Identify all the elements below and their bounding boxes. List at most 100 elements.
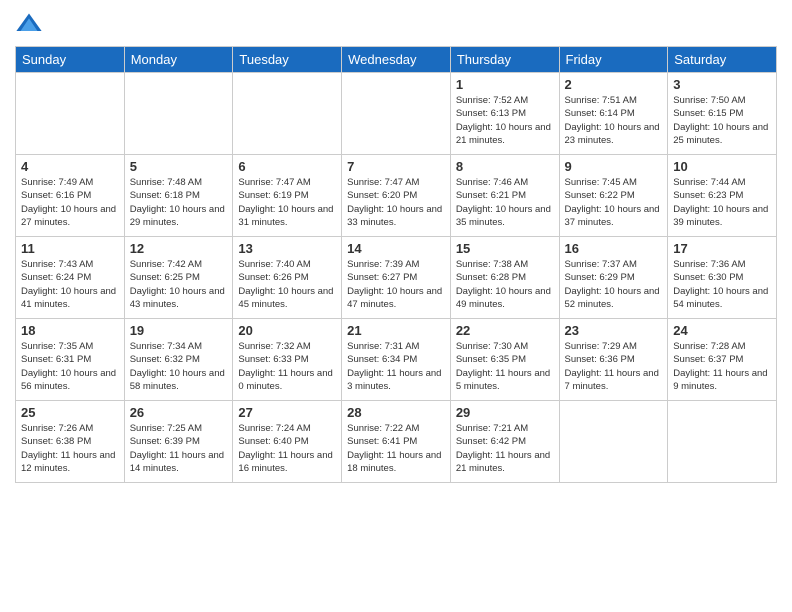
logo bbox=[15, 10, 47, 38]
calendar-cell: 7 Sunrise: 7:47 AM Sunset: 6:20 PM Dayli… bbox=[342, 155, 451, 237]
weekday-header-wednesday: Wednesday bbox=[342, 47, 451, 73]
day-number: 28 bbox=[347, 405, 445, 420]
day-number: 12 bbox=[130, 241, 228, 256]
day-info: Sunrise: 7:49 AM Sunset: 6:16 PM Dayligh… bbox=[21, 176, 119, 229]
week-row-0: 1 Sunrise: 7:52 AM Sunset: 6:13 PM Dayli… bbox=[16, 73, 777, 155]
day-number: 23 bbox=[565, 323, 663, 338]
day-info: Sunrise: 7:32 AM Sunset: 6:33 PM Dayligh… bbox=[238, 340, 336, 393]
calendar-cell: 24 Sunrise: 7:28 AM Sunset: 6:37 PM Dayl… bbox=[668, 319, 777, 401]
day-info: Sunrise: 7:29 AM Sunset: 6:36 PM Dayligh… bbox=[565, 340, 663, 393]
day-info: Sunrise: 7:45 AM Sunset: 6:22 PM Dayligh… bbox=[565, 176, 663, 229]
day-info: Sunrise: 7:50 AM Sunset: 6:15 PM Dayligh… bbox=[673, 94, 771, 147]
calendar-cell: 29 Sunrise: 7:21 AM Sunset: 6:42 PM Dayl… bbox=[450, 401, 559, 483]
day-number: 22 bbox=[456, 323, 554, 338]
calendar-cell: 27 Sunrise: 7:24 AM Sunset: 6:40 PM Dayl… bbox=[233, 401, 342, 483]
day-number: 10 bbox=[673, 159, 771, 174]
calendar-cell bbox=[559, 401, 668, 483]
calendar-cell: 16 Sunrise: 7:37 AM Sunset: 6:29 PM Dayl… bbox=[559, 237, 668, 319]
day-info: Sunrise: 7:36 AM Sunset: 6:30 PM Dayligh… bbox=[673, 258, 771, 311]
day-info: Sunrise: 7:21 AM Sunset: 6:42 PM Dayligh… bbox=[456, 422, 554, 475]
weekday-header-tuesday: Tuesday bbox=[233, 47, 342, 73]
logo-icon bbox=[15, 10, 43, 38]
calendar-cell: 23 Sunrise: 7:29 AM Sunset: 6:36 PM Dayl… bbox=[559, 319, 668, 401]
day-number: 4 bbox=[21, 159, 119, 174]
day-number: 24 bbox=[673, 323, 771, 338]
day-number: 25 bbox=[21, 405, 119, 420]
calendar-cell: 20 Sunrise: 7:32 AM Sunset: 6:33 PM Dayl… bbox=[233, 319, 342, 401]
calendar-cell bbox=[668, 401, 777, 483]
calendar-cell: 15 Sunrise: 7:38 AM Sunset: 6:28 PM Dayl… bbox=[450, 237, 559, 319]
day-info: Sunrise: 7:30 AM Sunset: 6:35 PM Dayligh… bbox=[456, 340, 554, 393]
day-number: 19 bbox=[130, 323, 228, 338]
day-number: 16 bbox=[565, 241, 663, 256]
day-info: Sunrise: 7:47 AM Sunset: 6:19 PM Dayligh… bbox=[238, 176, 336, 229]
day-info: Sunrise: 7:43 AM Sunset: 6:24 PM Dayligh… bbox=[21, 258, 119, 311]
calendar-cell: 5 Sunrise: 7:48 AM Sunset: 6:18 PM Dayli… bbox=[124, 155, 233, 237]
weekday-header-row: SundayMondayTuesdayWednesdayThursdayFrid… bbox=[16, 47, 777, 73]
day-info: Sunrise: 7:42 AM Sunset: 6:25 PM Dayligh… bbox=[130, 258, 228, 311]
day-info: Sunrise: 7:40 AM Sunset: 6:26 PM Dayligh… bbox=[238, 258, 336, 311]
day-number: 3 bbox=[673, 77, 771, 92]
week-row-4: 25 Sunrise: 7:26 AM Sunset: 6:38 PM Dayl… bbox=[16, 401, 777, 483]
calendar-cell: 2 Sunrise: 7:51 AM Sunset: 6:14 PM Dayli… bbox=[559, 73, 668, 155]
calendar-cell: 26 Sunrise: 7:25 AM Sunset: 6:39 PM Dayl… bbox=[124, 401, 233, 483]
weekday-header-thursday: Thursday bbox=[450, 47, 559, 73]
weekday-header-monday: Monday bbox=[124, 47, 233, 73]
calendar-cell: 21 Sunrise: 7:31 AM Sunset: 6:34 PM Dayl… bbox=[342, 319, 451, 401]
calendar-cell: 22 Sunrise: 7:30 AM Sunset: 6:35 PM Dayl… bbox=[450, 319, 559, 401]
calendar-cell: 9 Sunrise: 7:45 AM Sunset: 6:22 PM Dayli… bbox=[559, 155, 668, 237]
day-info: Sunrise: 7:24 AM Sunset: 6:40 PM Dayligh… bbox=[238, 422, 336, 475]
day-info: Sunrise: 7:34 AM Sunset: 6:32 PM Dayligh… bbox=[130, 340, 228, 393]
calendar-cell: 8 Sunrise: 7:46 AM Sunset: 6:21 PM Dayli… bbox=[450, 155, 559, 237]
day-number: 20 bbox=[238, 323, 336, 338]
day-info: Sunrise: 7:39 AM Sunset: 6:27 PM Dayligh… bbox=[347, 258, 445, 311]
weekday-header-saturday: Saturday bbox=[668, 47, 777, 73]
calendar-cell: 13 Sunrise: 7:40 AM Sunset: 6:26 PM Dayl… bbox=[233, 237, 342, 319]
day-info: Sunrise: 7:28 AM Sunset: 6:37 PM Dayligh… bbox=[673, 340, 771, 393]
day-number: 14 bbox=[347, 241, 445, 256]
calendar-cell bbox=[124, 73, 233, 155]
calendar-cell: 25 Sunrise: 7:26 AM Sunset: 6:38 PM Dayl… bbox=[16, 401, 125, 483]
day-number: 15 bbox=[456, 241, 554, 256]
calendar-cell: 3 Sunrise: 7:50 AM Sunset: 6:15 PM Dayli… bbox=[668, 73, 777, 155]
week-row-2: 11 Sunrise: 7:43 AM Sunset: 6:24 PM Dayl… bbox=[16, 237, 777, 319]
header bbox=[15, 10, 777, 38]
day-number: 1 bbox=[456, 77, 554, 92]
day-number: 2 bbox=[565, 77, 663, 92]
calendar-cell: 14 Sunrise: 7:39 AM Sunset: 6:27 PM Dayl… bbox=[342, 237, 451, 319]
calendar-cell: 6 Sunrise: 7:47 AM Sunset: 6:19 PM Dayli… bbox=[233, 155, 342, 237]
calendar-cell bbox=[342, 73, 451, 155]
day-info: Sunrise: 7:31 AM Sunset: 6:34 PM Dayligh… bbox=[347, 340, 445, 393]
weekday-header-friday: Friday bbox=[559, 47, 668, 73]
day-number: 18 bbox=[21, 323, 119, 338]
day-number: 21 bbox=[347, 323, 445, 338]
day-info: Sunrise: 7:52 AM Sunset: 6:13 PM Dayligh… bbox=[456, 94, 554, 147]
day-info: Sunrise: 7:37 AM Sunset: 6:29 PM Dayligh… bbox=[565, 258, 663, 311]
calendar-cell bbox=[233, 73, 342, 155]
calendar-cell: 17 Sunrise: 7:36 AM Sunset: 6:30 PM Dayl… bbox=[668, 237, 777, 319]
day-number: 8 bbox=[456, 159, 554, 174]
calendar-cell: 1 Sunrise: 7:52 AM Sunset: 6:13 PM Dayli… bbox=[450, 73, 559, 155]
calendar-cell: 4 Sunrise: 7:49 AM Sunset: 6:16 PM Dayli… bbox=[16, 155, 125, 237]
calendar-cell: 18 Sunrise: 7:35 AM Sunset: 6:31 PM Dayl… bbox=[16, 319, 125, 401]
day-number: 7 bbox=[347, 159, 445, 174]
weekday-header-sunday: Sunday bbox=[16, 47, 125, 73]
page: SundayMondayTuesdayWednesdayThursdayFrid… bbox=[0, 0, 792, 612]
day-info: Sunrise: 7:48 AM Sunset: 6:18 PM Dayligh… bbox=[130, 176, 228, 229]
day-info: Sunrise: 7:22 AM Sunset: 6:41 PM Dayligh… bbox=[347, 422, 445, 475]
calendar-cell: 19 Sunrise: 7:34 AM Sunset: 6:32 PM Dayl… bbox=[124, 319, 233, 401]
day-number: 27 bbox=[238, 405, 336, 420]
calendar-cell: 12 Sunrise: 7:42 AM Sunset: 6:25 PM Dayl… bbox=[124, 237, 233, 319]
day-info: Sunrise: 7:46 AM Sunset: 6:21 PM Dayligh… bbox=[456, 176, 554, 229]
day-info: Sunrise: 7:47 AM Sunset: 6:20 PM Dayligh… bbox=[347, 176, 445, 229]
day-info: Sunrise: 7:25 AM Sunset: 6:39 PM Dayligh… bbox=[130, 422, 228, 475]
day-number: 9 bbox=[565, 159, 663, 174]
calendar-cell: 10 Sunrise: 7:44 AM Sunset: 6:23 PM Dayl… bbox=[668, 155, 777, 237]
day-number: 26 bbox=[130, 405, 228, 420]
calendar-cell: 11 Sunrise: 7:43 AM Sunset: 6:24 PM Dayl… bbox=[16, 237, 125, 319]
day-number: 17 bbox=[673, 241, 771, 256]
week-row-3: 18 Sunrise: 7:35 AM Sunset: 6:31 PM Dayl… bbox=[16, 319, 777, 401]
day-info: Sunrise: 7:38 AM Sunset: 6:28 PM Dayligh… bbox=[456, 258, 554, 311]
day-number: 5 bbox=[130, 159, 228, 174]
day-info: Sunrise: 7:35 AM Sunset: 6:31 PM Dayligh… bbox=[21, 340, 119, 393]
